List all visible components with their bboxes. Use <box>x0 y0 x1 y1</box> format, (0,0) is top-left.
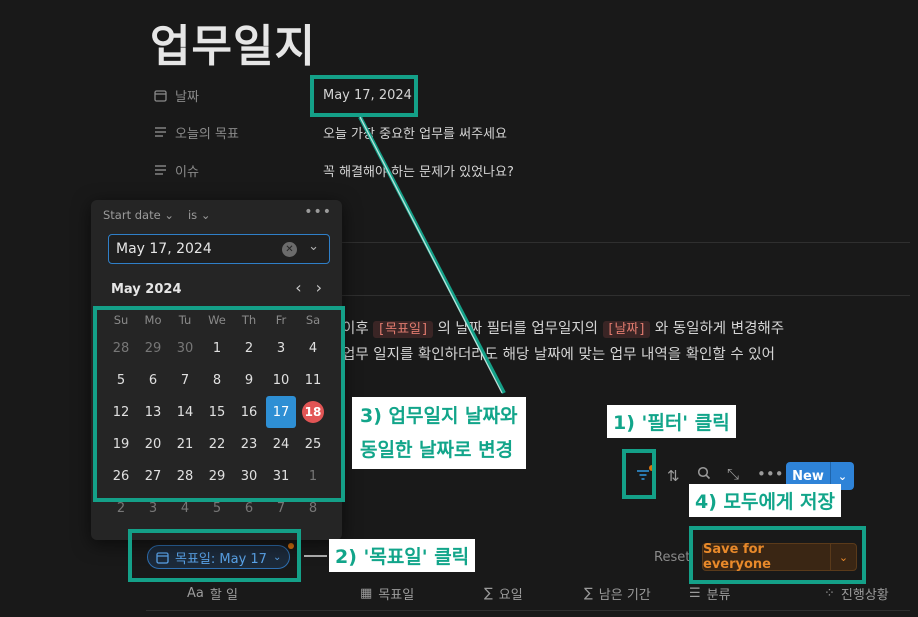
callout-step-3: 3) 업무일지 날짜와 동일한 날짜로 변경 <box>352 397 526 469</box>
annotation-arrow <box>304 116 506 557</box>
callout-step-2: 2) '목표일' 클릭 <box>329 539 476 572</box>
callout-step-4: 4) 모두에게 저장 <box>689 484 842 517</box>
callout-step-1: 1) '필터' 클릭 <box>607 405 736 438</box>
